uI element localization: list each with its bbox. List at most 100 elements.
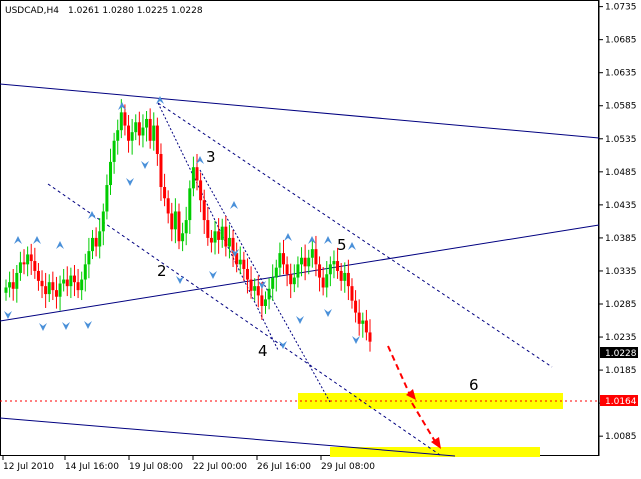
- candle-bull: [310, 249, 314, 258]
- candle-bull: [87, 251, 91, 265]
- chart-svg: 2 3 4 5 6 USDCAD,H4 1.0261 1.0280 1.0225…: [0, 0, 638, 472]
- candle-bear: [314, 249, 318, 265]
- candle-bull: [15, 272, 19, 289]
- candle-bear: [364, 320, 368, 333]
- candle-bull: [116, 130, 120, 141]
- candle-bull: [58, 283, 62, 297]
- candle-bear: [285, 264, 289, 275]
- candle-bear: [72, 275, 76, 283]
- candle-bear: [206, 220, 210, 238]
- candle-bull: [274, 267, 278, 278]
- candle-bull: [361, 320, 365, 324]
- candle-bear: [202, 200, 206, 221]
- candle-bull: [83, 264, 87, 280]
- candle-bear: [195, 167, 199, 181]
- candle-bull: [69, 275, 73, 287]
- y-tick-label: 1.0385: [605, 234, 637, 244]
- candle-bear: [282, 253, 286, 265]
- candle-bear: [148, 118, 152, 141]
- candle-bear: [209, 237, 213, 243]
- candle-bull: [26, 254, 30, 265]
- candle-bear: [166, 198, 170, 214]
- candle-bull: [307, 257, 311, 267]
- candle-bull: [227, 237, 231, 247]
- candle-bear: [33, 261, 37, 271]
- candle-bull: [184, 220, 188, 234]
- candle-bear: [199, 180, 203, 201]
- candle-bear: [123, 112, 127, 126]
- candle-bull: [328, 264, 332, 275]
- chart-ohlc: 1.0261 1.0280 1.0225 1.0228: [68, 6, 203, 16]
- candle-bear: [256, 286, 260, 296]
- candle-bear: [11, 282, 15, 289]
- plot-frame: [0, 0, 599, 456]
- y-tick-label: 1.0235: [605, 333, 637, 343]
- candle-bull: [332, 261, 336, 265]
- y-tick-label: 1.0285: [605, 300, 637, 310]
- candle-bear: [368, 332, 372, 342]
- y-tick-label: 1.0585: [605, 102, 637, 112]
- chart-symbol: USDCAD,H4: [5, 6, 59, 16]
- candle-bull: [119, 112, 123, 131]
- candle-bear: [260, 295, 264, 306]
- y-tick-label: 1.0485: [605, 168, 637, 178]
- candle-bull: [134, 122, 138, 133]
- candle-bull: [188, 188, 192, 221]
- candle-bear: [346, 272, 350, 287]
- candle-bull: [105, 185, 109, 212]
- candle-bear: [40, 280, 44, 287]
- candle-bull: [130, 132, 134, 141]
- y-tick-label: 1.0635: [605, 69, 637, 79]
- candle-bear: [94, 237, 98, 247]
- candle-bear: [51, 282, 55, 291]
- candle-bear: [321, 277, 325, 288]
- candle-bull: [267, 288, 271, 300]
- candle-bear: [339, 270, 343, 281]
- candle-bull: [191, 167, 195, 189]
- candle-bull: [300, 257, 304, 265]
- candle-bear: [76, 282, 80, 291]
- candle-bull: [98, 231, 102, 247]
- candle-bull: [181, 233, 185, 242]
- candle-bear: [127, 125, 131, 141]
- x-tick-label: 26 Jul 16:00: [257, 462, 311, 472]
- candle-bull: [213, 231, 217, 243]
- candle-bull: [325, 274, 329, 288]
- candle-bear: [357, 312, 361, 324]
- candle-bear: [36, 270, 40, 281]
- candle-bear: [354, 300, 358, 313]
- candle-bear: [217, 231, 221, 240]
- wave-label-3: 3: [206, 148, 216, 166]
- candle-bull: [4, 287, 8, 293]
- candle-bull: [109, 161, 113, 186]
- candle-bull: [292, 277, 296, 285]
- candle-bull: [173, 211, 177, 230]
- candle-bull: [343, 272, 347, 281]
- y-tick-label: 1.0335: [605, 267, 637, 277]
- y-tick-label: 1.0685: [605, 36, 637, 46]
- wave-label-6: 6: [469, 376, 479, 394]
- candle-bull: [101, 211, 105, 232]
- candle-bull: [145, 118, 149, 128]
- y-tick-label: 1.0085: [605, 432, 637, 442]
- chart-root: 2 3 4 5 6 USDCAD,H4 1.0261 1.0280 1.0225…: [0, 0, 641, 475]
- candle-bear: [170, 213, 174, 230]
- candle-bull: [62, 279, 66, 284]
- wave-label-2: 2: [157, 262, 167, 280]
- candle-bull: [8, 282, 12, 288]
- candle-bull: [18, 262, 22, 273]
- y-tick-label: 1.0185: [605, 366, 637, 376]
- candle-bull: [271, 277, 275, 289]
- candle-bear: [245, 268, 249, 280]
- candle-bear: [137, 122, 141, 136]
- candle-bear: [177, 211, 181, 242]
- candle-bear: [242, 259, 246, 269]
- candle-bear: [22, 262, 26, 265]
- y-tick-label: 1.0735: [605, 3, 637, 13]
- x-tick-label: 14 Jul 16:00: [65, 462, 119, 472]
- candle-bull: [253, 286, 257, 291]
- x-tick-label: 19 Jul 08:00: [129, 462, 183, 472]
- candle-bear: [65, 279, 69, 287]
- candle-bull: [220, 226, 224, 240]
- x-tick-label: 22 Jul 00:00: [193, 462, 247, 472]
